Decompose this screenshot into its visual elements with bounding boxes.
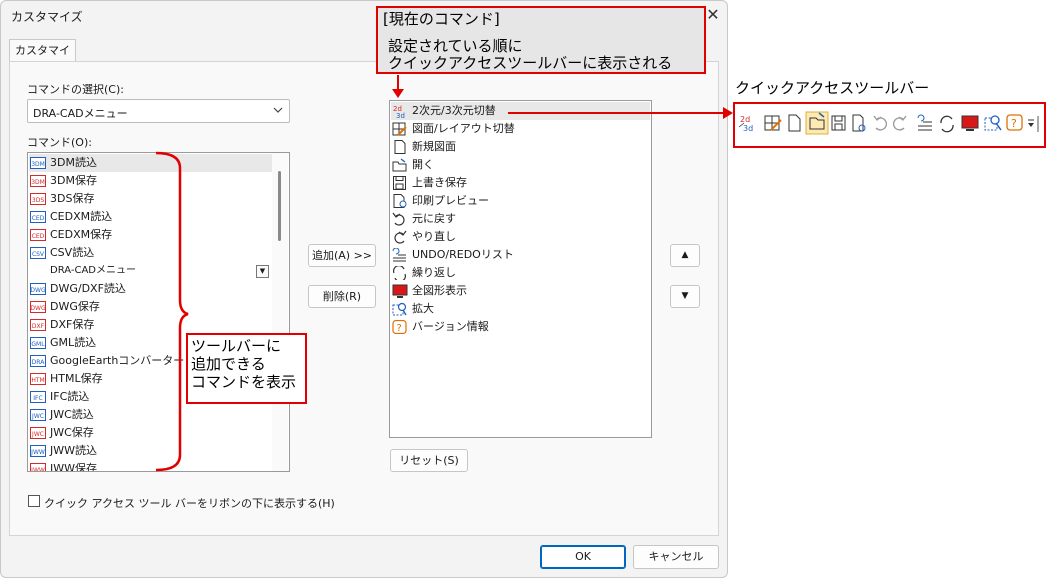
undo-icon[interactable] [873,115,888,131]
svg-text:2d: 2d [740,115,750,124]
redo-icon[interactable] [892,115,907,131]
quick-access-toolbar-preview: 2d 3d ? [733,102,1046,148]
svg-text:3d: 3d [743,124,753,133]
toolbar-arrowhead [723,107,733,119]
svg-text:?: ? [1011,117,1017,130]
undo-redo-list-icon[interactable] [917,114,932,131]
2d-3d-toggle-icon[interactable]: 2d3d [738,115,753,133]
list-brace [155,151,189,472]
open-folder-icon[interactable] [805,111,829,135]
drawing-layout-toggle-icon[interactable] [764,115,782,131]
list-note-callout: ツールバーに 追加できる コマンドを表示 [186,333,307,404]
new-drawing-icon[interactable] [788,114,801,132]
list-note-line3: コマンドを表示 [191,373,297,391]
callout-arrowhead [392,89,404,98]
show-all-icon[interactable] [961,115,979,131]
print-preview-icon[interactable] [852,114,866,132]
save-icon[interactable] [831,115,846,131]
version-info-icon[interactable]: ? [1006,114,1023,131]
list-note-line2: 追加できる [191,355,266,373]
list-note-line1: ツールバーに [191,337,282,355]
toolbar-overflow-icon[interactable] [1028,116,1039,132]
toolbar-title: クイックアクセスツールバー [735,79,930,97]
repeat-icon[interactable] [940,115,954,133]
zoom-in-icon[interactable] [984,115,1002,131]
